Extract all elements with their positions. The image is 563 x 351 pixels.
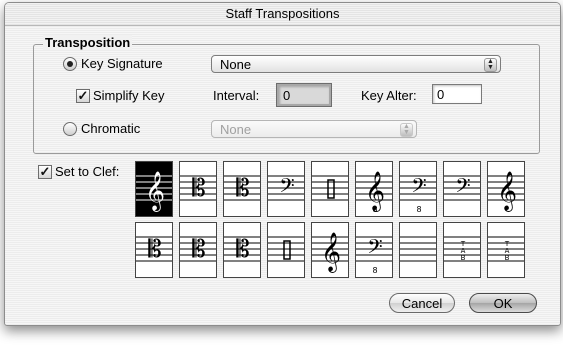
popup-arrows-icon: ▲ ▼: [400, 123, 413, 137]
percussion-clef-icon[interactable]: [311, 161, 349, 217]
svg-text:B: B: [461, 254, 466, 262]
dialog-window: Staff Transpositions Transposition Key S…: [4, 2, 561, 326]
soprano-clef-icon[interactable]: 𝄡: [135, 222, 173, 278]
baritone-clef-icon[interactable]: 𝄢: [443, 161, 481, 217]
svg-text:𝄞: 𝄞: [321, 232, 341, 273]
svg-text:𝄡: 𝄡: [192, 235, 205, 263]
chromatic-popup[interactable]: None ▲ ▼: [211, 120, 417, 138]
tab-small-clef-icon[interactable]: TAB: [487, 222, 525, 278]
blank-clef-icon[interactable]: [399, 222, 437, 278]
svg-text:𝄡: 𝄡: [236, 235, 249, 263]
popup-arrows-icon: ▲ ▼: [484, 58, 497, 72]
transposition-group-label: Transposition: [43, 35, 133, 50]
key-signature-radio[interactable]: [63, 57, 77, 71]
percussion-2-clef-icon[interactable]: [267, 222, 305, 278]
svg-text:𝄞: 𝄞: [497, 171, 517, 212]
treble-8vb-clef-icon[interactable]: 𝄞 8: [355, 161, 393, 217]
treble-clef-icon[interactable]: 𝄞: [135, 161, 173, 217]
bass-8va-clef-icon[interactable]: 𝄢 8: [355, 222, 393, 278]
chromatic-label: Chromatic: [81, 121, 141, 136]
svg-text:𝄢: 𝄢: [411, 174, 426, 202]
chromatic-radio[interactable]: [63, 122, 77, 136]
bass-clef-icon[interactable]: 𝄢: [267, 161, 305, 217]
svg-text:𝄢: 𝄢: [279, 174, 294, 202]
svg-text:8: 8: [372, 205, 377, 214]
svg-text:𝄡: 𝄡: [236, 174, 249, 202]
svg-text:𝄡: 𝄡: [148, 235, 161, 263]
svg-text:8: 8: [372, 266, 377, 275]
key-signature-popup-value: None: [220, 57, 252, 72]
treble-clef-alt-icon[interactable]: 𝄞: [311, 222, 349, 278]
key-signature-label: Key Signature: [81, 56, 163, 71]
ok-button[interactable]: OK: [469, 293, 537, 313]
svg-text:𝄢: 𝄢: [455, 174, 470, 202]
svg-text:8: 8: [416, 205, 421, 214]
simplify-key-checkbox[interactable]: ✓: [76, 89, 90, 103]
baritone-c-clef-icon[interactable]: 𝄡: [223, 222, 261, 278]
cancel-button[interactable]: Cancel: [389, 293, 455, 313]
interval-label: Interval:: [213, 88, 260, 103]
alto-clef-icon[interactable]: 𝄡: [179, 161, 217, 217]
svg-text:B: B: [505, 254, 510, 262]
tenor-clef-icon[interactable]: 𝄡: [223, 161, 261, 217]
key-signature-popup[interactable]: None ▲ ▼: [211, 55, 501, 73]
svg-text:𝄢: 𝄢: [367, 235, 382, 263]
bass-8vb-clef-icon[interactable]: 𝄢 8: [399, 161, 437, 217]
window-title: Staff Transpositions: [5, 3, 560, 26]
french-violin-clef-icon[interactable]: 𝄞: [487, 161, 525, 217]
key-alter-label: Key Alter:: [361, 88, 417, 103]
simplify-key-label: Simplify Key: [93, 88, 165, 103]
key-alter-field[interactable]: 0: [432, 84, 482, 104]
mezzo-soprano-clef-icon[interactable]: 𝄡: [179, 222, 217, 278]
interval-field[interactable]: 0: [276, 83, 332, 107]
svg-text:𝄞: 𝄞: [145, 171, 165, 212]
chromatic-popup-value: None: [220, 122, 252, 137]
svg-text:𝄡: 𝄡: [192, 174, 205, 202]
set-to-clef-label: Set to Clef:: [55, 164, 120, 179]
radio-selected-dot: [67, 61, 73, 67]
set-to-clef-checkbox[interactable]: ✓: [38, 165, 52, 179]
tab-clef-icon[interactable]: TAB: [443, 222, 481, 278]
